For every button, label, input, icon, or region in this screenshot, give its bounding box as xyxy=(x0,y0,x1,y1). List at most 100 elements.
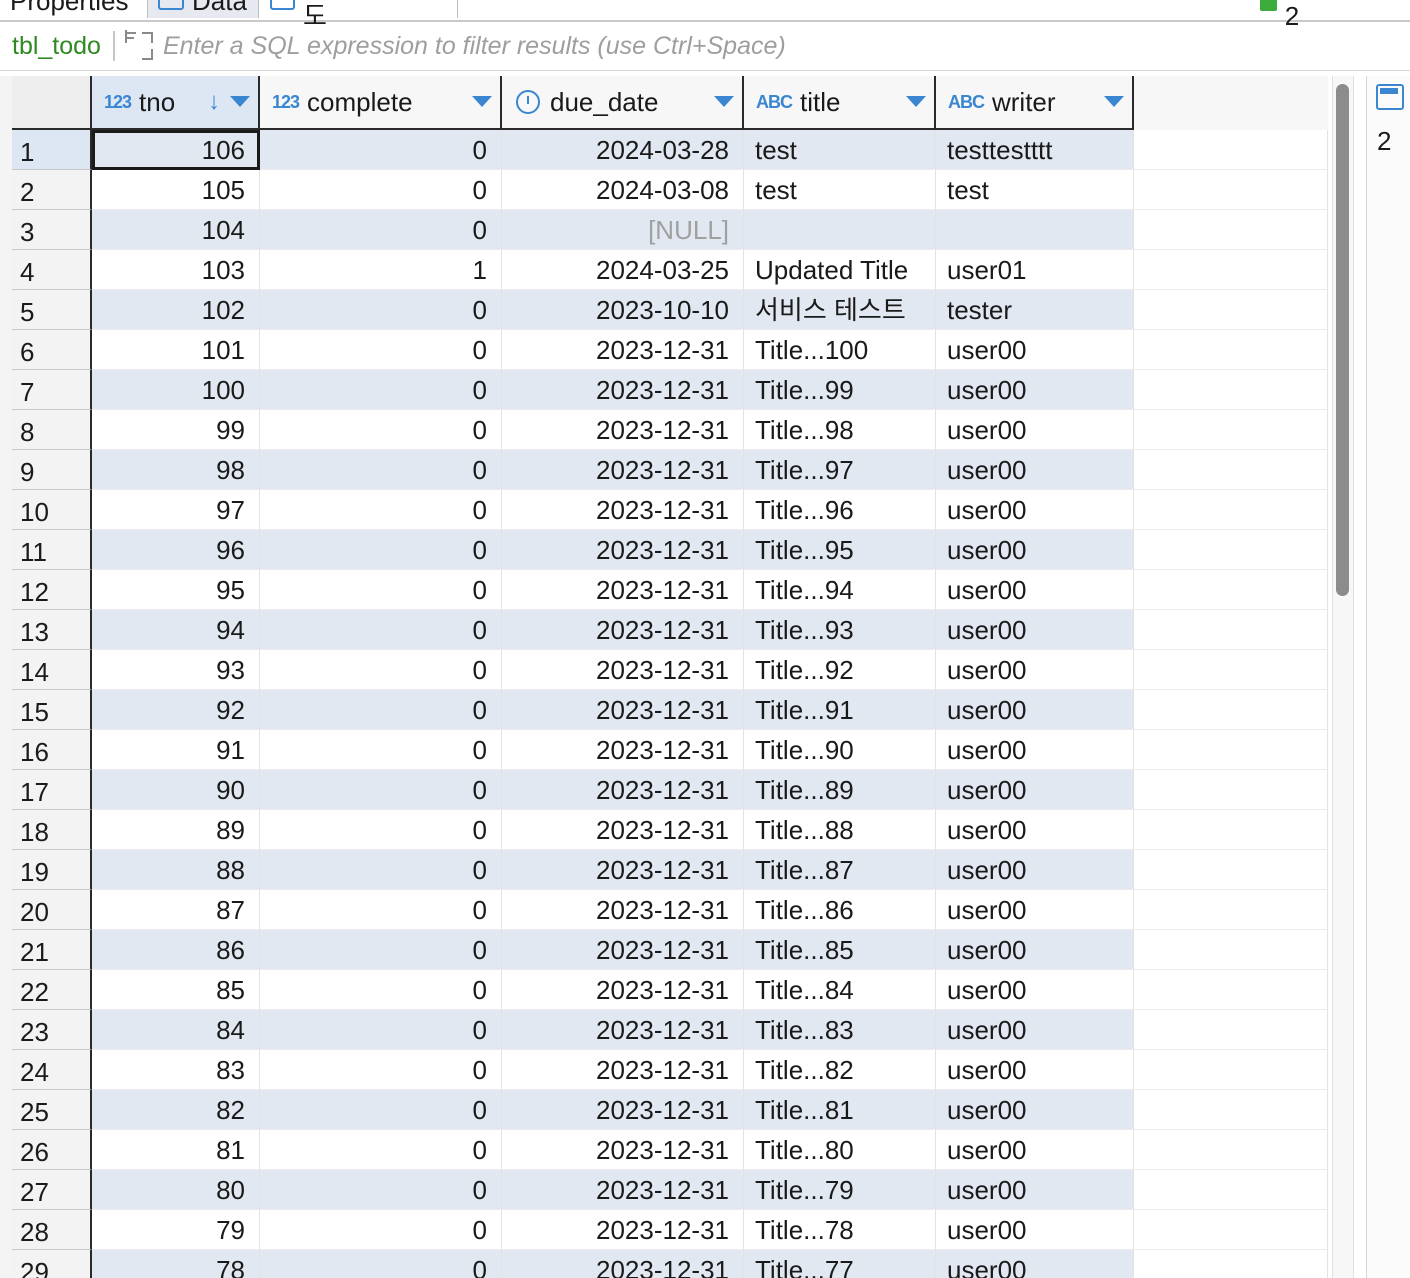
cell-writer[interactable]: user00 xyxy=(936,850,1134,890)
table-row[interactable]: 1 106 0 2024-03-28 test testtestttt xyxy=(12,130,1328,170)
cell-due-date[interactable]: 2023-12-31 xyxy=(502,770,744,810)
cell-empty[interactable] xyxy=(1134,1250,1328,1278)
table-row[interactable]: 8 99 0 2023-12-31 Title...98 user00 xyxy=(12,410,1328,450)
table-row[interactable]: 18 89 0 2023-12-31 Title...88 user00 xyxy=(12,810,1328,850)
cell-tno[interactable]: 100 xyxy=(92,370,260,410)
cell-empty[interactable] xyxy=(1134,650,1328,690)
cell-title[interactable]: Title...87 xyxy=(744,850,936,890)
cell-tno[interactable]: 84 xyxy=(92,1010,260,1050)
cell-tno[interactable]: 99 xyxy=(92,410,260,450)
cell-tno[interactable]: 90 xyxy=(92,770,260,810)
vertical-scrollbar[interactable] xyxy=(1332,76,1354,1278)
cell-writer[interactable]: user00 xyxy=(936,1210,1134,1250)
cell-due-date[interactable]: 2023-12-31 xyxy=(502,970,744,1010)
row-number[interactable]: 18 xyxy=(12,810,92,850)
cell-complete[interactable]: 0 xyxy=(260,330,502,370)
cell-writer[interactable]: user00 xyxy=(936,1130,1134,1170)
cell-due-date[interactable]: 2024-03-25 xyxy=(502,250,744,290)
cell-due-date[interactable]: 2023-12-31 xyxy=(502,850,744,890)
row-number[interactable]: 26 xyxy=(12,1130,92,1170)
cell-empty[interactable] xyxy=(1134,250,1328,290)
cell-due-date[interactable]: 2023-12-31 xyxy=(502,1090,744,1130)
column-menu-icon[interactable] xyxy=(906,96,926,107)
cell-due-date[interactable]: 2024-03-08 xyxy=(502,170,744,210)
cell-due-date[interactable]: 2023-12-31 xyxy=(502,530,744,570)
cell-empty[interactable] xyxy=(1134,730,1328,770)
cell-writer[interactable]: user00 xyxy=(936,730,1134,770)
cell-title[interactable]: Title...83 xyxy=(744,1010,936,1050)
table-row[interactable]: 28 79 0 2023-12-31 Title...78 user00 xyxy=(12,1210,1328,1250)
table-row[interactable]: 21 86 0 2023-12-31 Title...85 user00 xyxy=(12,930,1328,970)
cell-title[interactable]: Title...90 xyxy=(744,730,936,770)
cell-due-date[interactable]: 2023-12-31 xyxy=(502,890,744,930)
row-number[interactable]: 13 xyxy=(12,610,92,650)
cell-empty[interactable] xyxy=(1134,970,1328,1010)
column-header-title[interactable]: ABC title xyxy=(744,76,936,130)
cell-title[interactable]: Title...85 xyxy=(744,930,936,970)
cell-due-date[interactable]: 2023-12-31 xyxy=(502,610,744,650)
row-number[interactable]: 17 xyxy=(12,770,92,810)
cell-title[interactable]: Title...80 xyxy=(744,1130,936,1170)
cell-writer[interactable] xyxy=(936,210,1134,250)
cell-due-date[interactable]: 2023-12-31 xyxy=(502,650,744,690)
table-row[interactable]: 11 96 0 2023-12-31 Title...95 user00 xyxy=(12,530,1328,570)
cell-complete[interactable]: 0 xyxy=(260,490,502,530)
cell-tno[interactable]: 82 xyxy=(92,1090,260,1130)
cell-complete[interactable]: 0 xyxy=(260,810,502,850)
row-number[interactable]: 6 xyxy=(12,330,92,370)
tab-data[interactable]: Data xyxy=(147,0,259,18)
cell-due-date[interactable]: 2024-03-28 xyxy=(502,130,744,170)
cell-complete[interactable]: 0 xyxy=(260,1210,502,1250)
cell-complete[interactable]: 0 xyxy=(260,730,502,770)
row-number[interactable]: 15 xyxy=(12,690,92,730)
cell-empty[interactable] xyxy=(1134,930,1328,970)
expand-filter-icon[interactable] xyxy=(123,30,155,62)
column-header-due-date[interactable]: due_date xyxy=(502,76,744,130)
cell-complete[interactable]: 0 xyxy=(260,1010,502,1050)
cell-empty[interactable] xyxy=(1134,290,1328,330)
cell-complete[interactable]: 0 xyxy=(260,530,502,570)
cell-tno[interactable]: 89 xyxy=(92,810,260,850)
cell-due-date[interactable]: 2023-12-31 xyxy=(502,410,744,450)
table-row[interactable]: 10 97 0 2023-12-31 Title...96 user00 xyxy=(12,490,1328,530)
cell-empty[interactable] xyxy=(1134,410,1328,450)
cell-empty[interactable] xyxy=(1134,1130,1328,1170)
cell-empty[interactable] xyxy=(1134,210,1328,250)
column-menu-icon[interactable] xyxy=(714,96,734,107)
cell-tno[interactable]: 97 xyxy=(92,490,260,530)
cell-due-date[interactable]: 2023-12-31 xyxy=(502,1170,744,1210)
table-row[interactable]: 15 92 0 2023-12-31 Title...91 user00 xyxy=(12,690,1328,730)
cell-writer[interactable]: user00 xyxy=(936,1050,1134,1090)
cell-complete[interactable]: 0 xyxy=(260,890,502,930)
cell-due-date[interactable]: [NULL] xyxy=(502,210,744,250)
cell-tno[interactable]: 93 xyxy=(92,650,260,690)
cell-complete[interactable]: 0 xyxy=(260,610,502,650)
cell-title[interactable]: Title...86 xyxy=(744,890,936,930)
table-row[interactable]: 4 103 1 2024-03-25 Updated Title user01 xyxy=(12,250,1328,290)
cell-empty[interactable] xyxy=(1134,1010,1328,1050)
table-row[interactable]: 7 100 0 2023-12-31 Title...99 user00 xyxy=(12,370,1328,410)
cell-tno[interactable]: 105 xyxy=(92,170,260,210)
cell-due-date[interactable]: 2023-12-31 xyxy=(502,450,744,490)
row-number[interactable]: 5 xyxy=(12,290,92,330)
table-row[interactable]: 20 87 0 2023-12-31 Title...86 user00 xyxy=(12,890,1328,930)
table-name-link[interactable]: tbl_todo xyxy=(12,32,101,61)
scrollbar-thumb[interactable] xyxy=(1336,84,1349,596)
cell-empty[interactable] xyxy=(1134,330,1328,370)
cell-writer[interactable]: user00 xyxy=(936,810,1134,850)
row-number[interactable]: 16 xyxy=(12,730,92,770)
cell-empty[interactable] xyxy=(1134,690,1328,730)
cell-due-date[interactable]: 2023-12-31 xyxy=(502,490,744,530)
cell-complete[interactable]: 0 xyxy=(260,1250,502,1278)
row-number[interactable]: 1 xyxy=(12,130,92,170)
cell-title[interactable]: Title...93 xyxy=(744,610,936,650)
table-row[interactable]: 2 105 0 2024-03-08 test test xyxy=(12,170,1328,210)
tab-properties[interactable]: Properties xyxy=(0,0,146,18)
table-row[interactable]: 25 82 0 2023-12-31 Title...81 user00 xyxy=(12,1090,1328,1130)
cell-title[interactable]: Title...100 xyxy=(744,330,936,370)
cell-tno[interactable]: 92 xyxy=(92,690,260,730)
cell-title[interactable]: Title...88 xyxy=(744,810,936,850)
cell-empty[interactable] xyxy=(1134,370,1328,410)
table-row[interactable]: 16 91 0 2023-12-31 Title...90 user00 xyxy=(12,730,1328,770)
cell-writer[interactable]: tester xyxy=(936,290,1134,330)
